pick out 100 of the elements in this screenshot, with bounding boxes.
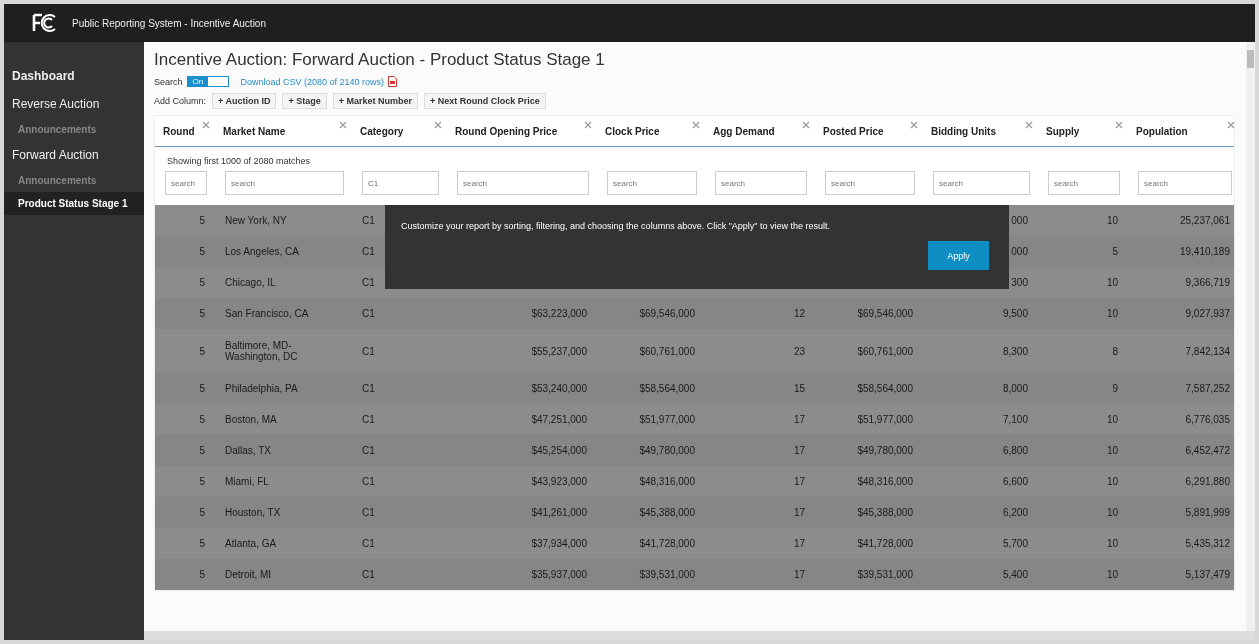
- table-cell: Atlanta, GA: [225, 538, 277, 549]
- sidebar-subitem[interactable]: Announcements: [4, 118, 144, 141]
- close-icon[interactable]: [802, 121, 810, 129]
- add-column-button[interactable]: + Next Round Clock Price: [424, 93, 546, 109]
- table-cell: C1: [362, 414, 375, 425]
- table-cell: $58,564,000: [639, 383, 695, 394]
- table-cell: C1: [362, 215, 375, 226]
- table-cell: $45,388,000: [857, 507, 913, 518]
- table-cell: $39,531,000: [857, 569, 913, 580]
- close-icon[interactable]: [1025, 121, 1033, 129]
- close-icon[interactable]: [1115, 121, 1123, 129]
- table-cell: 10: [1106, 445, 1118, 456]
- table-cell: 300: [1011, 277, 1028, 288]
- table-cell: 8,300: [1002, 345, 1028, 357]
- table-cell: 9,500: [1002, 308, 1028, 319]
- table-cell: Los Angeles, CA: [225, 246, 299, 257]
- column-header[interactable]: Category: [360, 125, 404, 137]
- column-search-field[interactable]: search: [715, 171, 807, 195]
- table-cell: 6,776,035: [1185, 414, 1230, 425]
- sidebar-item[interactable]: Reverse Auction: [4, 90, 144, 118]
- table-cell: 5: [199, 383, 205, 394]
- table-cell: $49,780,000: [639, 445, 695, 456]
- table-cell: 17: [793, 476, 805, 487]
- column-search-field[interactable]: search: [457, 171, 589, 195]
- table-cell: 5: [199, 308, 205, 319]
- table-cell: San Francisco, CA: [225, 308, 309, 319]
- table-cell: $69,546,000: [857, 308, 913, 319]
- column-header[interactable]: Round Opening Price: [455, 125, 558, 137]
- table-cell: Boston, MA: [225, 414, 277, 425]
- close-icon[interactable]: [584, 121, 592, 129]
- download-link[interactable]: Download CSV (2080 of 2140 rows): [240, 76, 385, 87]
- column-search-field[interactable]: search: [825, 171, 915, 195]
- table-cell: 5: [199, 538, 205, 549]
- column-header[interactable]: Supply: [1046, 125, 1080, 137]
- column-header[interactable]: Clock Price: [605, 125, 660, 137]
- file-icon: [388, 76, 398, 87]
- column-search-field[interactable]: C1: [362, 171, 439, 195]
- table-cell: C1: [362, 383, 375, 394]
- column-header[interactable]: Bidding Units: [931, 125, 996, 137]
- table-cell: 6,291,880: [1185, 476, 1230, 487]
- close-icon[interactable]: [692, 121, 700, 129]
- sidebar-subitem[interactable]: Announcements: [4, 169, 144, 192]
- table-cell: 10: [1106, 507, 1118, 518]
- table-cell: $39,531,000: [639, 569, 695, 580]
- close-icon[interactable]: [1227, 121, 1235, 129]
- table-cell: C1: [362, 569, 375, 580]
- close-icon[interactable]: [202, 121, 210, 129]
- table-cell: $69,546,000: [639, 308, 695, 319]
- column-search-field[interactable]: search: [225, 171, 344, 195]
- table-cell: 9: [1112, 383, 1118, 394]
- search-toggle[interactable]: On: [186, 76, 229, 87]
- table-cell: Dallas, TX: [225, 445, 271, 456]
- column-search-field[interactable]: search: [607, 171, 697, 195]
- table-cell: C1: [362, 246, 375, 257]
- table-cell: 10: [1106, 538, 1118, 549]
- apply-button[interactable]: Apply: [928, 241, 989, 270]
- close-icon[interactable]: [339, 121, 347, 129]
- table-cell: $60,761,000: [857, 345, 913, 357]
- table-cell: Chicago, IL: [225, 277, 276, 288]
- column-header[interactable]: Agg Demand: [713, 125, 775, 137]
- table-cell: $48,316,000: [639, 476, 695, 487]
- sidebar-subitem[interactable]: Product Status Stage 1: [4, 192, 144, 215]
- table-cell: 23: [793, 345, 805, 357]
- table-cell: 7,587,252: [1185, 383, 1230, 394]
- add-column-button[interactable]: + Stage: [282, 93, 327, 109]
- table-cell: 10: [1106, 476, 1118, 487]
- column-header[interactable]: Population: [1136, 125, 1188, 137]
- app-title: Public Reporting System - Incentive Auction: [72, 17, 266, 29]
- column-header[interactable]: Round: [163, 125, 195, 137]
- table-cell: C1: [362, 507, 375, 518]
- table-cell: C1: [362, 277, 375, 288]
- table-cell: 10: [1106, 414, 1118, 425]
- table-cell: C1: [362, 476, 375, 487]
- sidebar-item[interactable]: Dashboard: [4, 62, 144, 90]
- column-header[interactable]: Market Name: [223, 125, 286, 137]
- table-cell: $37,934,000: [531, 538, 587, 549]
- close-icon[interactable]: [910, 121, 918, 129]
- vertical-scrollbar[interactable]: [1246, 42, 1255, 631]
- sidebar-item[interactable]: Forward Auction: [4, 141, 144, 169]
- table-cell: Detroit, MI: [225, 569, 272, 580]
- table-cell: 5: [1112, 246, 1118, 257]
- table-cell: 5: [199, 345, 205, 357]
- horizontal-scrollbar[interactable]: [144, 631, 1255, 640]
- add-column-button[interactable]: + Auction ID: [212, 93, 277, 109]
- close-icon[interactable]: [434, 121, 442, 129]
- table-cell: C1: [362, 308, 375, 319]
- table-cell: 5,137,479: [1185, 569, 1230, 580]
- table-cell: $53,240,000: [531, 383, 587, 394]
- column-search-field[interactable]: search: [1048, 171, 1120, 195]
- table-cell: 6,200: [1002, 507, 1028, 518]
- logo-icon: [32, 13, 58, 33]
- column-header[interactable]: Posted Price: [823, 125, 884, 137]
- table-cell: 5: [199, 445, 205, 456]
- add-column-button[interactable]: + Market Number: [332, 93, 418, 109]
- table-cell: 8,000: [1002, 383, 1028, 394]
- column-search-field[interactable]: search: [1138, 171, 1232, 195]
- table-cell: 6,800: [1002, 445, 1028, 456]
- table-cell: 5,700: [1002, 538, 1028, 549]
- column-search-field[interactable]: search: [933, 171, 1030, 195]
- column-search-field[interactable]: search: [165, 171, 207, 195]
